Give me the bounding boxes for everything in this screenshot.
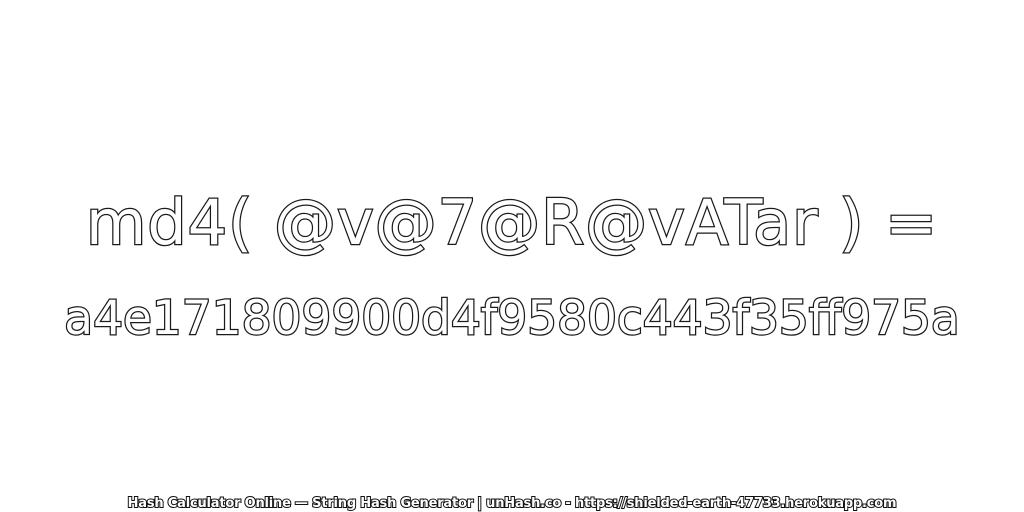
footer-credit: Hash Calculator Online — String Hash Gen… [127, 495, 898, 512]
hash-result: a4e171809900d4f9580c443f35ff975a [63, 290, 961, 348]
hash-expression: md4( @v@7@R@vATar ) = [85, 185, 939, 261]
